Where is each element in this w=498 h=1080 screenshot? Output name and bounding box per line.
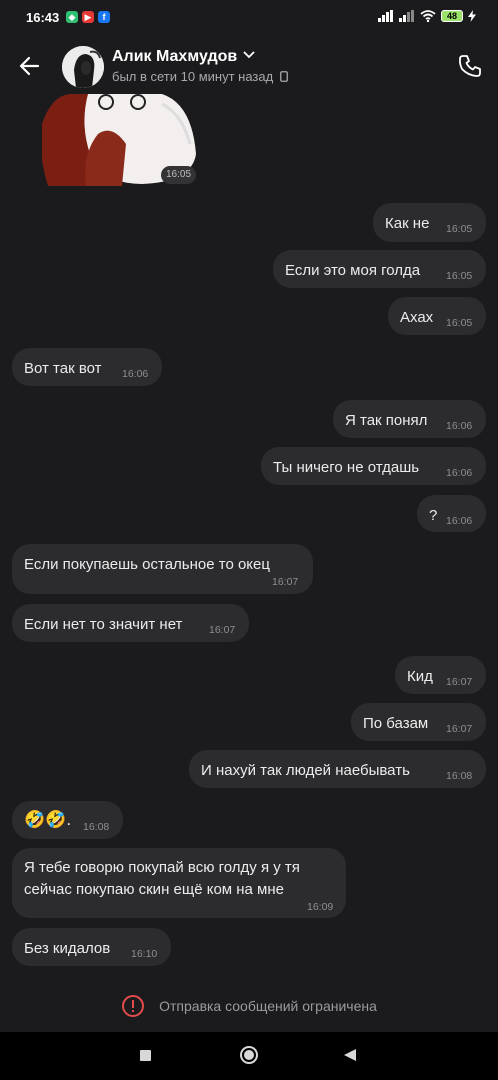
contact-name[interactable]: Алик Махмудов	[112, 48, 237, 66]
message-time: 16:06	[446, 515, 473, 527]
message-time: 16:08	[83, 821, 110, 833]
status-bar: 16:43 ◆ ▶ f 48	[0, 0, 498, 36]
sticker-timestamp: 16:05	[161, 166, 197, 184]
message-text: Я так понял	[345, 412, 428, 429]
message-bubble-incoming[interactable]: 🤣🤣. 16:08	[12, 801, 123, 839]
battery-indicator: 48	[441, 10, 463, 22]
message-bubble-incoming[interactable]: Без кидалов 16:10	[12, 928, 171, 966]
message-bubble-outgoing[interactable]: Ахах 16:05	[388, 297, 486, 335]
signal-icon	[399, 10, 414, 22]
message-time: 16:06	[122, 368, 149, 380]
youtube-app-icon: ▶	[82, 11, 94, 23]
alert-circle-icon	[122, 995, 145, 1017]
facebook-app-icon: f	[98, 11, 110, 23]
message-bubble-outgoing[interactable]: Как не 16:05	[373, 203, 486, 242]
message-time: 16:06	[446, 420, 473, 432]
message-time: 16:10	[131, 948, 158, 960]
nav-back-button[interactable]	[343, 1048, 357, 1062]
message-bubble-incoming[interactable]: Если покупаешь остальное то окец 16:07	[12, 544, 313, 594]
message-text: Кид	[407, 668, 433, 685]
message-bubble-outgoing[interactable]: По базам 16:07	[351, 703, 486, 741]
contact-avatar[interactable]	[62, 46, 104, 88]
message-bubble-incoming[interactable]: Вот так вот 16:06	[12, 348, 162, 386]
charging-icon	[468, 10, 476, 22]
status-time: 16:43	[26, 10, 60, 25]
chevron-down-icon[interactable]	[243, 51, 255, 59]
message-time: 16:05	[446, 317, 473, 329]
message-time: 16:07	[209, 624, 236, 636]
message-bubble-outgoing[interactable]: Я так понял 16:06	[333, 400, 486, 438]
home-button[interactable]	[239, 1045, 259, 1065]
message-bubble-outgoing[interactable]: Если это моя голда 16:05	[273, 250, 486, 288]
shield-app-icon: ◆	[66, 11, 78, 23]
last-seen-status: был в сети 10 минут назад	[112, 69, 288, 84]
message-bubble-incoming[interactable]: Я тебе говорю покупай всю голду я у тя с…	[12, 848, 346, 918]
message-text: Ты ничего не отдашь	[273, 459, 420, 476]
mobile-device-icon	[279, 71, 288, 82]
system-nav-bar	[0, 1032, 498, 1080]
message-text: Я тебе говорю покупай всю голду я у тя с…	[24, 859, 300, 898]
message-text: По базам	[363, 715, 429, 732]
message-text: Если покупаешь остальное то окец	[24, 556, 270, 573]
message-text: ?	[429, 507, 438, 524]
message-text: Вот так вот	[24, 360, 102, 377]
message-time: 16:06	[446, 467, 473, 479]
message-time: 16:09	[307, 901, 334, 913]
message-bubble-outgoing[interactable]: И нахуй так людей наебывать 16:08	[189, 750, 486, 788]
signal-icon	[378, 10, 393, 22]
message-time: 16:07	[272, 576, 299, 588]
message-bubble-outgoing[interactable]: Ты ничего не отдашь 16:06	[261, 447, 486, 485]
message-text: 🤣🤣.	[24, 810, 72, 829]
recent-apps-button[interactable]	[140, 1050, 151, 1061]
chat-header: Алик Махмудов был в сети 10 минут назад	[0, 36, 498, 96]
message-text: И нахуй так людей наебывать	[201, 762, 410, 779]
message-bubble-outgoing[interactable]: ? 16:06	[417, 495, 486, 532]
message-text: Если это моя голда	[285, 262, 421, 279]
status-system-icons: 48	[378, 10, 476, 22]
message-bubble-incoming[interactable]: Если нет то значит нет 16:07	[12, 604, 249, 642]
back-arrow-icon[interactable]	[16, 52, 44, 80]
last-seen-text: был в сети 10 минут назад	[112, 69, 274, 84]
restricted-text: Отправка сообщений ограничена	[159, 998, 377, 1014]
message-text: Если нет то значит нет	[24, 616, 183, 633]
wifi-icon	[420, 10, 436, 22]
message-time: 16:07	[446, 723, 473, 735]
message-text: Как не	[385, 215, 430, 232]
message-time: 16:08	[446, 770, 473, 782]
message-time: 16:05	[446, 223, 473, 235]
message-text: Без кидалов	[24, 940, 111, 957]
message-bubble-outgoing[interactable]: Кид 16:07	[395, 656, 486, 694]
avatar-image	[62, 46, 104, 88]
message-time: 16:05	[446, 270, 473, 282]
phone-call-icon[interactable]	[456, 52, 484, 80]
message-time: 16:07	[446, 676, 473, 688]
messaging-restricted-notice: Отправка сообщений ограничена	[0, 990, 498, 1022]
status-notification-icons: ◆ ▶ f	[66, 11, 110, 23]
message-text: Ахах	[400, 309, 434, 326]
